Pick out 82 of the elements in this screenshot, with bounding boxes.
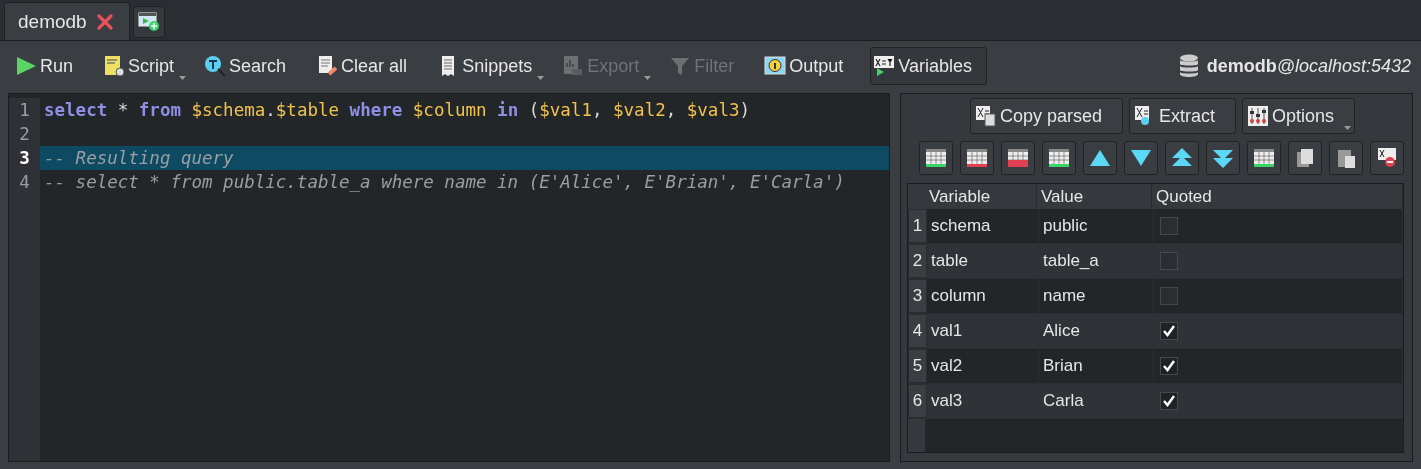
- double-up-button[interactable]: [1165, 141, 1199, 175]
- table-cell: val3: [927, 384, 1039, 418]
- paste-button[interactable]: [1329, 141, 1363, 175]
- double-up-icon: [1171, 147, 1193, 169]
- row-number: 6: [908, 384, 927, 418]
- toolbar-button[interactable]: Script: [100, 47, 190, 85]
- panel-button[interactable]: Copy parsed: [969, 98, 1123, 134]
- close-icon[interactable]: [96, 13, 113, 30]
- copy-button[interactable]: [1288, 141, 1322, 175]
- code-line: select * from $schema.$table where $column in ($val1, $val2, $val3): [43, 100, 751, 120]
- caret-icon: [1344, 126, 1352, 130]
- add-row-button[interactable]: [919, 141, 953, 175]
- checkbox[interactable]: [1160, 217, 1178, 235]
- table-cell: Carla: [1039, 384, 1154, 418]
- table-cell: table_a: [1039, 244, 1154, 278]
- toolbar-button[interactable]: Output: [761, 47, 859, 85]
- toolbar-button[interactable]: Clear all: [313, 47, 423, 85]
- play-icon: [15, 55, 37, 77]
- table-cell: Brian: [1039, 349, 1154, 383]
- delete-row-icon: [1007, 147, 1029, 169]
- delete-row-button[interactable]: [1001, 141, 1035, 175]
- checkbox[interactable]: [1160, 392, 1178, 410]
- sql-editor[interactable]: 1 select * from $schema.$table where $column in ($val1, $val2, $val3) 2 3 -- Resulting query 4 -- select * from public.table_a where name in (E'Alice', E'Brian', E'Carla'): [8, 93, 890, 462]
- caret-icon: [644, 76, 652, 80]
- checkbox[interactable]: [1160, 287, 1178, 305]
- insert-row-button[interactable]: [960, 141, 994, 175]
- code-line: -- Resulting query: [43, 148, 234, 168]
- table-arrow-button[interactable]: [1042, 141, 1076, 175]
- checkbox[interactable]: [1160, 252, 1178, 270]
- funnel-icon: [669, 55, 692, 77]
- line-number: 4: [9, 170, 40, 194]
- info-icon: [764, 55, 787, 77]
- checkbox[interactable]: [1160, 322, 1178, 340]
- copy-variables-icon: [974, 105, 997, 127]
- row-number: 2: [908, 244, 927, 278]
- row-number: 5: [908, 349, 927, 383]
- caret-icon: [537, 76, 545, 80]
- up-triangle-button[interactable]: [1083, 141, 1117, 175]
- paste-icon: [1335, 147, 1357, 169]
- remove-variables-button[interactable]: [1370, 141, 1404, 175]
- sliders-icon: [1247, 105, 1269, 127]
- toolbar-button[interactable]: Search: [201, 47, 302, 85]
- new-tab-button[interactable]: [132, 6, 165, 38]
- line-number: 1: [9, 98, 40, 122]
- toolbar-button[interactable]: Variables: [870, 47, 987, 85]
- double-down-button[interactable]: [1206, 141, 1240, 175]
- row-number: 1: [908, 209, 927, 243]
- toolbar-button[interactable]: Run: [12, 47, 89, 85]
- table-cell: Alice: [1039, 314, 1154, 348]
- double-down-icon: [1212, 147, 1234, 169]
- table-import-button[interactable]: [1247, 141, 1281, 175]
- row-number: 3: [908, 279, 927, 313]
- sql-file-icon: [103, 55, 126, 77]
- document-eraser-icon: [316, 55, 339, 77]
- down-triangle-button[interactable]: [1124, 141, 1158, 175]
- table-cell: val1: [927, 314, 1039, 348]
- toolbar-button[interactable]: Snippets: [434, 47, 548, 85]
- chart-document-icon: [562, 55, 585, 77]
- panel-button[interactable]: Options: [1242, 98, 1356, 134]
- remove-variables-icon: [1376, 147, 1398, 169]
- checkbox[interactable]: [1160, 357, 1178, 375]
- search-icon: [204, 55, 227, 77]
- connection-label: demodb@localhost:5432: [1206, 55, 1411, 77]
- table-cell: column: [927, 279, 1039, 313]
- panel-button[interactable]: Extract: [1129, 98, 1236, 134]
- session-tab[interactable]: demodb: [4, 2, 130, 40]
- database-icon: [1178, 54, 1199, 78]
- table-cell: table: [927, 244, 1039, 278]
- code-line: -- select * from public.table_a where name in (E'Alice', E'Brian', E'Carla'): [43, 172, 845, 192]
- table-cell: name: [1039, 279, 1154, 313]
- line-number: 3: [18, 147, 31, 170]
- table-import-icon: [1253, 147, 1275, 169]
- row-number: 4: [908, 314, 927, 348]
- add-row-icon: [925, 147, 947, 169]
- line-number: 2: [9, 122, 40, 146]
- table-cell: schema: [927, 209, 1039, 243]
- copy-icon: [1294, 147, 1316, 169]
- table-cell: public: [1039, 209, 1154, 243]
- table-cell: val2: [927, 349, 1039, 383]
- variables-icon: [873, 55, 896, 77]
- insert-row-icon: [966, 147, 988, 169]
- caret-icon: [179, 76, 187, 80]
